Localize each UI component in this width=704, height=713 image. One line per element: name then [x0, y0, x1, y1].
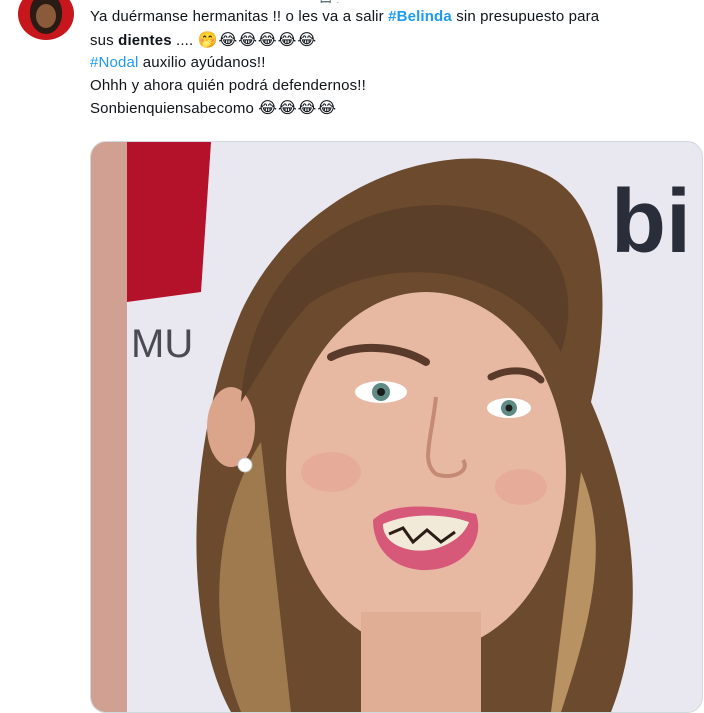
text-span: sus: [90, 31, 119, 49]
tweet-line-4: Ohhh y ahora quién podrá defendernos!!: [90, 76, 366, 94]
text-span: sin presupuesto para: [451, 8, 600, 25]
tweet-line-3: #Nodal auxilio ayúdanos!!: [90, 52, 698, 75]
author-avatar[interactable]: [18, 0, 74, 40]
backdrop-letters-left: MU: [131, 322, 193, 366]
emoji-laughing-icon: 😂😂😂😂: [258, 98, 338, 117]
hashtag-nodal[interactable]: #Nodal: [90, 54, 138, 71]
tweet-header-cut: ꟷ ·: [320, 0, 440, 3]
avatar-face: [36, 4, 56, 28]
text-span: auxilio ayúdanos!!: [138, 54, 266, 71]
tweet-line-1: Ya duérmanse hermanitas !! o les va a sa…: [90, 6, 698, 29]
text-span: Sonbienquiensabecomo: [90, 100, 259, 117]
bold-word: dientes: [118, 31, 172, 49]
tweet-line-2: sus dientes .... 🤭😂😂😂😂😂: [90, 29, 698, 53]
tweet-line-5: Sonbienquiensabecomo 😂😂😂😂: [90, 97, 698, 121]
emoji-laughing-icon: 🤭😂😂😂😂😂: [197, 29, 318, 49]
tweet-text: Ya duérmanse hermanitas !! o les va a sa…: [90, 6, 698, 121]
backdrop-letters-right: bi: [611, 172, 691, 272]
text-span: ....: [171, 31, 198, 49]
tweet-media-photo[interactable]: MU bi: [90, 141, 703, 713]
hashtag-belinda[interactable]: #Belinda: [388, 8, 452, 25]
photo-illustration: MU bi: [91, 142, 702, 712]
text-span: Ya duérmanse hermanitas !! o les va a sa…: [90, 8, 389, 25]
